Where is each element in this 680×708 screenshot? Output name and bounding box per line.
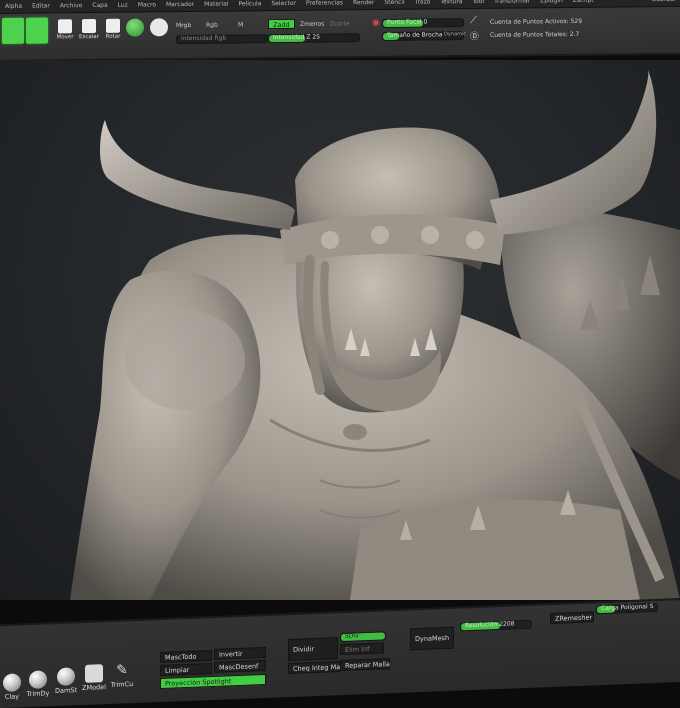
z-intensity-slider[interactable]: Intensidad Z 25 xyxy=(268,33,360,44)
menu-item-macro[interactable]: Macro xyxy=(133,1,161,8)
edit-icon xyxy=(6,20,20,34)
spotlight-projection-toggle[interactable]: Proyección Spotlight xyxy=(160,673,266,689)
menu-item-preferencias[interactable]: Preferencias xyxy=(301,0,348,7)
dynamesh-button[interactable]: DynaMesh xyxy=(410,626,454,651)
menu-item-capa[interactable]: Capa xyxy=(87,2,112,9)
brush-sphere-button[interactable] xyxy=(124,16,146,42)
menu-item-editar[interactable]: Editar xyxy=(27,2,55,9)
brush-zmodel-label: ZModel xyxy=(82,683,106,692)
focal-shift-slider[interactable]: Punto Focal 0 xyxy=(382,18,464,28)
active-points-count: Cuenta de Puntos Activos: 529 xyxy=(490,17,583,26)
scale-tool-button[interactable]: Escalar xyxy=(78,17,100,43)
menu-item-zscript[interactable]: Zscript xyxy=(568,0,599,4)
focal-edit-icon[interactable]: ⟋ xyxy=(470,15,477,26)
scale-label: Escalar xyxy=(79,33,99,41)
brush-zmodel[interactable]: ZModel xyxy=(82,664,106,692)
menu-item-tool[interactable]: Tool xyxy=(468,0,490,5)
zremesher-button[interactable]: ZRemesher xyxy=(550,611,594,624)
brush-trimcu-label: TrimCu xyxy=(110,680,134,689)
stroke-button[interactable] xyxy=(148,16,170,42)
top-shelf: Mover Escalar Rotar Mrgb Rgb M Intensida… xyxy=(0,6,680,63)
helmet-rivet xyxy=(321,231,339,249)
draw-mode-button[interactable] xyxy=(26,17,48,44)
zsub-toggle[interactable]: Zmenos xyxy=(300,21,324,28)
check-integrity-button[interactable]: Cheq Integ Ma xyxy=(288,661,340,675)
rotate-icon xyxy=(106,18,120,33)
m-toggle[interactable]: M xyxy=(238,21,243,28)
focal-shift-icon: ◉ xyxy=(372,18,380,29)
zadd-toggle[interactable]: Zadd xyxy=(268,18,295,30)
menu-item-material[interactable]: Material xyxy=(199,1,233,8)
menu-item-trazo[interactable]: Trazo xyxy=(410,0,436,6)
helmet-rivet xyxy=(421,226,439,244)
right-horn xyxy=(490,70,657,235)
rotate-tool-button[interactable]: Rotar xyxy=(102,17,124,43)
fix-mesh-button[interactable]: Reparar Malla xyxy=(340,658,390,672)
brush-trimcu[interactable]: ✎ TrimCu xyxy=(110,661,134,689)
resolution-label: Resolución 2208 xyxy=(465,620,515,630)
rgb-intensity-label: Intensidad Rgb xyxy=(181,34,227,43)
sdiv-label: SDiv xyxy=(345,632,359,640)
menu-item-marcador[interactable]: Marcador xyxy=(161,1,199,8)
damst-brush-icon xyxy=(57,667,75,686)
draw-size-label: Tamaño de Brocha xyxy=(387,31,443,39)
bottom-shelf: Clay TrimDy DamSt ZModel ✎ TrimCu MascTod… xyxy=(0,598,680,708)
zcut-toggle[interactable]: Zcorte xyxy=(330,20,350,27)
save-menu-item[interactable]: Guardar xyxy=(647,0,680,3)
move-label: Mover xyxy=(56,34,74,41)
rgb-toggle[interactable]: Rgb xyxy=(206,22,218,29)
menu-item-stencil[interactable]: Stencil xyxy=(379,0,409,6)
mrgb-toggle[interactable]: Mrgb xyxy=(176,22,191,29)
helmet-rivet xyxy=(371,226,389,244)
stroke-icon xyxy=(150,18,168,37)
menu-item-luz[interactable]: Luz xyxy=(113,2,133,9)
nipple xyxy=(343,424,367,440)
mask-desensitize-button[interactable]: MascDesenf xyxy=(214,659,266,673)
menu-item-alpha[interactable]: Alpha xyxy=(0,3,27,10)
mask-all-button[interactable]: MascTodo xyxy=(160,649,212,663)
brush-damst-label: DamSt xyxy=(55,686,77,696)
menu-item-render[interactable]: Render xyxy=(348,0,379,6)
menu-item-archivo[interactable]: Archivo xyxy=(55,2,87,9)
scale-icon xyxy=(82,18,96,34)
poly-load-slider[interactable]: Carga Poligonal S xyxy=(596,602,658,615)
dynamic-toggle[interactable]: Dynamic xyxy=(444,31,466,37)
helmet-rivet xyxy=(466,231,484,249)
divide-button[interactable]: Dividir xyxy=(288,637,338,662)
menu-item-textura[interactable]: Textura xyxy=(435,0,467,5)
resolution-slider[interactable]: Resolución 2208 xyxy=(460,619,532,632)
d-icon[interactable]: Ⓓ xyxy=(470,29,479,42)
total-points-count: Cuenta de Puntos Totales: 2.7 xyxy=(490,30,580,39)
left-horn xyxy=(100,120,295,230)
clay-brush-icon xyxy=(3,673,21,693)
brush-sphere-icon xyxy=(126,18,144,37)
brush-clay-label: Clay xyxy=(4,692,20,701)
clear-mask-button[interactable]: Limpiar xyxy=(160,662,212,676)
brush-clay[interactable]: Clay xyxy=(0,673,24,701)
trimcu-brush-icon: ✎ xyxy=(116,662,128,679)
sdiv-slider[interactable]: SDiv xyxy=(340,631,386,643)
zmodel-brush-icon xyxy=(85,664,103,683)
move-tool-button[interactable]: Mover xyxy=(54,17,76,43)
draw-icon xyxy=(30,20,44,34)
invert-button[interactable]: Invertir xyxy=(214,646,266,660)
rgb-intensity-slider[interactable]: Intensidad Rgb xyxy=(176,34,268,45)
menu-item-transformar[interactable]: Transformar xyxy=(489,0,535,5)
orc-sculpt xyxy=(70,70,680,600)
canvas-viewport[interactable] xyxy=(0,60,680,600)
left-bicep xyxy=(125,310,245,410)
poly-load-label: Carga Poligonal S xyxy=(601,603,654,613)
menu-item-selector[interactable]: Selector xyxy=(266,0,301,7)
focal-shift-label: Punto Focal 0 xyxy=(387,18,428,26)
brush-trimdy[interactable]: TrimDy xyxy=(26,670,50,698)
z-intensity-label: Intensidad Z 25 xyxy=(273,33,321,42)
menu-item-zplugin[interactable]: Zplugin xyxy=(535,0,568,4)
rotate-label: Rotar xyxy=(105,33,121,40)
brush-trimdy-label: TrimDy xyxy=(26,689,50,699)
move-icon xyxy=(58,19,72,34)
delete-lower-button[interactable]: Elim Inf xyxy=(340,642,384,656)
menu-item-película[interactable]: Película xyxy=(234,0,267,7)
edit-mode-button[interactable] xyxy=(2,17,24,44)
brush-damst[interactable]: DamSt xyxy=(54,667,78,695)
